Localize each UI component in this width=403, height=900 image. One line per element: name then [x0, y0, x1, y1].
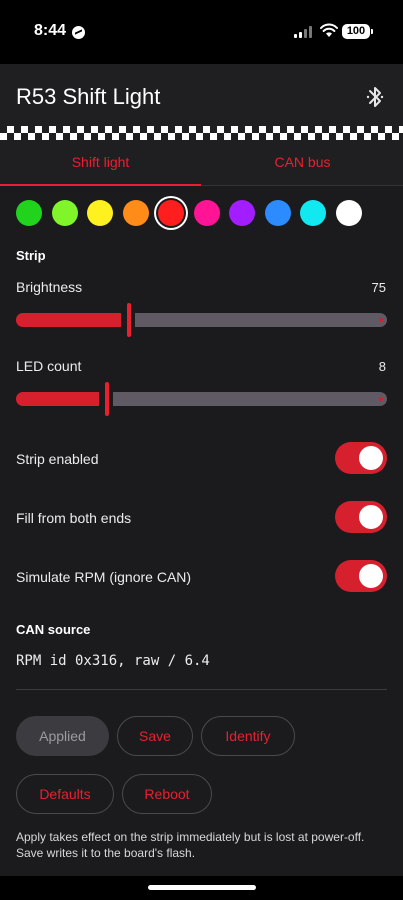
status-time: 8:44 [34, 22, 67, 39]
brightness-slider-stop-indicator [379, 318, 383, 322]
strip-enabled-toggle-knob [359, 446, 383, 470]
help-text: Apply takes effect on the strip immediat… [16, 830, 365, 860]
shift-light-panel: Strip Brightness 75 LED count 8 Strip en… [0, 186, 403, 876]
can-source-title: CAN source [16, 622, 91, 637]
led-count-label: LED count [16, 358, 82, 374]
strip-enabled-label: Strip enabled [16, 451, 99, 467]
color-swatch-6[interactable] [193, 200, 220, 226]
identify-button[interactable]: Identify [201, 716, 295, 756]
fill-both-ends-toggle[interactable] [335, 501, 387, 533]
fill-both-ends-label: Fill from both ends [16, 510, 132, 526]
app-title: R53 Shift Light [16, 84, 161, 109]
color-swatch-10[interactable] [335, 200, 362, 226]
strip-section-title: Strip [16, 248, 46, 263]
cellular-signal-icon [294, 26, 316, 38]
color-swatches [16, 200, 396, 228]
app-bar: R53 Shift Light [0, 64, 403, 126]
section-divider [16, 689, 387, 690]
color-swatch-7[interactable] [229, 200, 255, 226]
status-bar: 8:44 100 [0, 0, 403, 64]
fill-both-ends-toggle-knob [359, 505, 383, 529]
brightness-slider-active-track [16, 313, 121, 327]
color-swatch-5[interactable] [158, 200, 184, 226]
messenger-icon [72, 26, 85, 39]
led-count-slider[interactable] [16, 382, 387, 416]
bluetooth-icon[interactable] [364, 84, 386, 110]
tab-bar: Shift light CAN bus [0, 140, 403, 187]
led-count-slider-stop-indicator [379, 397, 383, 401]
battery-icon: 100 [342, 24, 373, 39]
brightness-label: Brightness [16, 279, 83, 295]
color-swatch-8[interactable] [264, 200, 291, 226]
led-count-value: 8 [378, 359, 386, 374]
save-button[interactable]: Save [117, 716, 193, 756]
strip-enabled-toggle[interactable] [335, 442, 387, 474]
color-swatch-3[interactable] [87, 200, 113, 226]
led-count-slider-handle[interactable] [105, 382, 109, 416]
tab-shift-light-label: Shift light [71, 154, 130, 170]
wifi-icon [320, 23, 338, 37]
simulate-rpm-toggle[interactable] [335, 560, 387, 592]
color-swatch-1[interactable] [16, 200, 42, 226]
tab-can-bus-label: CAN bus [274, 154, 331, 170]
checkered-flag-divider [0, 126, 403, 140]
can-source-text: RPM id 0x316, raw / 6.4 [16, 653, 210, 669]
home-indicator [148, 885, 256, 890]
tab-shift-light[interactable]: Shift light [0, 140, 201, 187]
color-swatch-2[interactable] [51, 200, 78, 226]
color-swatch-4[interactable] [122, 200, 149, 226]
led-count-slider-inactive-track [113, 392, 387, 406]
tab-can-bus[interactable]: CAN bus [202, 140, 403, 186]
color-swatch-9[interactable] [300, 200, 326, 226]
brightness-value: 75 [371, 280, 386, 295]
brightness-slider-handle[interactable] [127, 303, 131, 337]
brightness-slider-inactive-track [135, 313, 387, 327]
brightness-slider[interactable] [16, 303, 387, 337]
applied-button[interactable]: Applied [16, 716, 109, 756]
led-count-slider-active-track [16, 392, 99, 406]
defaults-button[interactable]: Defaults [16, 774, 114, 814]
simulate-rpm-toggle-knob [359, 564, 383, 588]
simulate-rpm-label: Simulate RPM (ignore CAN) [16, 569, 192, 585]
reboot-button[interactable]: Reboot [122, 774, 212, 814]
